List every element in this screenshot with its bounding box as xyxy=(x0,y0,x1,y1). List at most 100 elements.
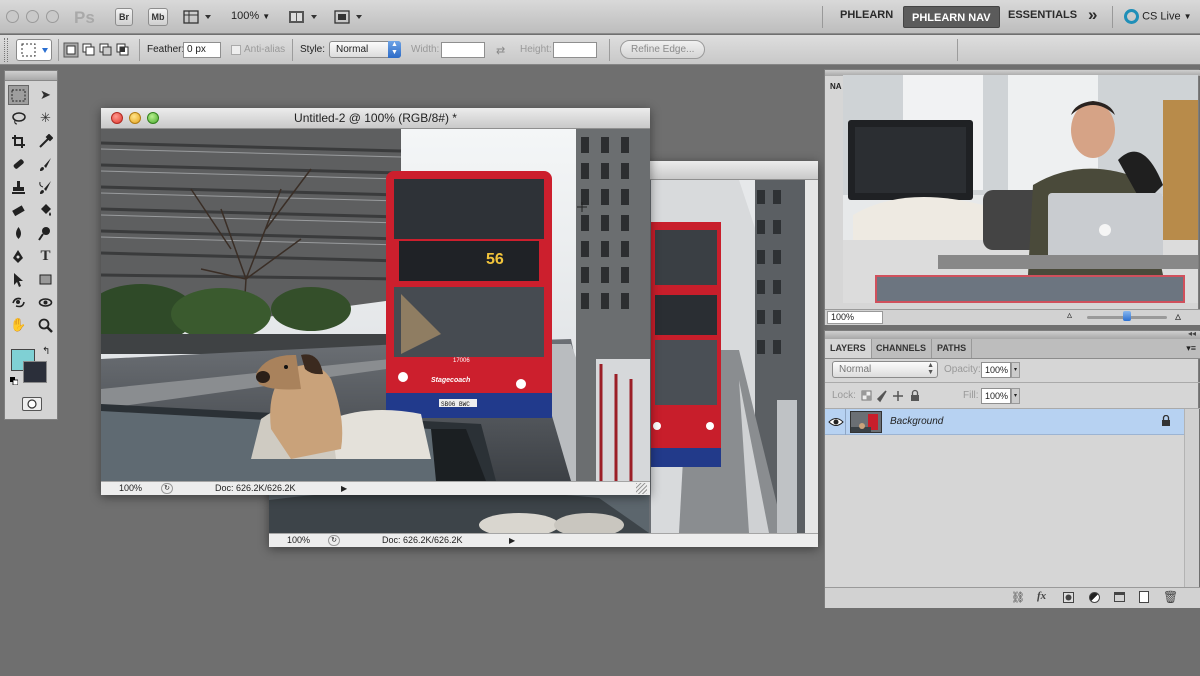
lasso-tool-icon[interactable] xyxy=(8,108,29,128)
tool-preset-picker[interactable] xyxy=(16,39,52,61)
more-workspaces-icon[interactable]: » xyxy=(1088,5,1097,25)
default-colors-icon[interactable] xyxy=(10,376,19,386)
document-titlebar[interactable]: Untitled-2 @ 100% (RGB/8#) * xyxy=(101,108,650,129)
panel-header-bar[interactable]: ◂◂ xyxy=(825,329,1200,339)
3d-rotate-tool-icon[interactable] xyxy=(8,292,29,312)
rectangle-shape-tool-icon[interactable] xyxy=(35,269,56,289)
navigator-preview[interactable] xyxy=(843,75,1198,303)
zoom-tool-icon[interactable] xyxy=(35,315,56,335)
new-selection-icon[interactable] xyxy=(63,42,79,58)
crop-tool-icon[interactable] xyxy=(8,131,29,151)
subtract-from-selection-icon[interactable] xyxy=(99,43,112,56)
navigator-zoom-slider-thumb[interactable] xyxy=(1123,311,1131,321)
anti-alias-checkbox[interactable] xyxy=(231,45,241,55)
screen-mode-menu[interactable] xyxy=(333,9,365,25)
workspace-essentials[interactable]: ESSENTIALS xyxy=(1008,9,1077,21)
status-menu-arrow-icon[interactable]: ▶ xyxy=(341,482,347,495)
layer-name[interactable]: Background xyxy=(890,416,943,427)
path-selection-tool-icon[interactable] xyxy=(8,269,29,289)
zoom-document-button[interactable] xyxy=(147,112,159,124)
background-color-swatch[interactable] xyxy=(23,361,47,383)
launch-bridge-button[interactable]: Br xyxy=(115,8,133,26)
add-to-selection-icon[interactable] xyxy=(82,43,95,56)
tab-channels[interactable]: CHANNELS xyxy=(871,339,933,358)
cs-live-status-icon[interactable]: ↻ xyxy=(328,535,340,546)
magic-wand-tool-icon[interactable]: ✳ xyxy=(35,108,56,128)
document-zoom-field[interactable]: 100% xyxy=(119,482,142,495)
quick-mask-icon[interactable] xyxy=(22,397,42,411)
style-select[interactable]: Normal ▲ ▼ xyxy=(329,41,401,58)
opacity-input[interactable]: 100% xyxy=(981,362,1011,378)
height-input[interactable] xyxy=(553,42,597,58)
document-zoom-field[interactable]: 100% xyxy=(287,534,310,547)
document-canvas-front[interactable]: 56 17006 Stagecoach SB06 BWC xyxy=(101,129,650,481)
dodge-tool-icon[interactable] xyxy=(35,223,56,243)
cs-live-menu[interactable]: CS Live ▼ xyxy=(1124,9,1192,24)
type-tool-icon[interactable]: T xyxy=(35,246,56,266)
zoom-out-icon[interactable]: ▵ xyxy=(1067,310,1072,321)
close-document-button[interactable] xyxy=(111,112,123,124)
fill-input[interactable]: 100% xyxy=(981,388,1011,404)
zoom-window-button[interactable] xyxy=(46,10,59,23)
intersect-selection-icon[interactable] xyxy=(116,43,129,56)
blend-mode-select[interactable]: Normal ▲ ▼ xyxy=(832,361,938,378)
navigator-tab[interactable]: NA xyxy=(830,82,842,91)
feather-input[interactable]: 0 px xyxy=(183,42,221,58)
lock-image-pixels-icon[interactable] xyxy=(876,390,887,403)
close-window-button[interactable] xyxy=(6,10,19,23)
workspace-phlearn[interactable]: PHLEARN xyxy=(840,9,893,21)
link-layers-icon[interactable]: ⛓ xyxy=(1011,591,1025,604)
navigator-zoom-input[interactable]: 100% xyxy=(827,311,883,324)
move-tool-icon[interactable]: ➤ xyxy=(35,85,56,105)
brush-tool-icon[interactable] xyxy=(35,154,56,174)
options-bar-grip[interactable] xyxy=(4,38,8,62)
resize-grip-icon[interactable] xyxy=(636,483,647,494)
clone-stamp-tool-icon[interactable] xyxy=(8,177,29,197)
arrange-documents-menu[interactable] xyxy=(288,9,320,25)
minimize-document-button[interactable] xyxy=(129,112,141,124)
fill-slider-toggle-icon[interactable]: ▾ xyxy=(1011,388,1020,404)
lock-transparent-pixels-icon[interactable] xyxy=(861,390,872,401)
lock-position-icon[interactable] xyxy=(893,391,903,401)
status-menu-arrow-icon[interactable]: ▶ xyxy=(509,534,515,547)
history-brush-tool-icon[interactable] xyxy=(35,177,56,197)
add-layer-mask-icon[interactable] xyxy=(1063,592,1074,603)
layer-visibility-eye-icon[interactable] xyxy=(828,414,844,430)
delete-layer-trash-icon[interactable]: 🗑 xyxy=(1163,590,1178,604)
tools-panel-header[interactable] xyxy=(5,71,57,81)
minimize-window-button[interactable] xyxy=(26,10,39,23)
eyedropper-tool-icon[interactable] xyxy=(35,131,56,151)
layer-style-fx-icon[interactable]: fx xyxy=(1037,590,1046,602)
document-window-front[interactable]: Untitled-2 @ 100% (RGB/8#) * 56 17006 St… xyxy=(101,108,650,495)
adjustment-layer-icon[interactable] xyxy=(1089,592,1100,603)
healing-brush-tool-icon[interactable] xyxy=(8,154,29,174)
collapse-panel-icon[interactable]: ◂◂ xyxy=(1188,329,1196,338)
launch-minibridge-button[interactable]: Mb xyxy=(148,8,168,26)
swap-colors-icon[interactable]: ↰ xyxy=(42,346,50,357)
zoom-level-select[interactable]: 100% ▼ xyxy=(231,10,270,22)
tab-paths[interactable]: PATHS xyxy=(932,339,973,358)
eraser-tool-icon[interactable] xyxy=(8,200,29,220)
view-extras-menu[interactable] xyxy=(183,9,213,25)
new-group-folder-icon[interactable] xyxy=(1114,592,1125,602)
3d-orbit-tool-icon[interactable] xyxy=(35,292,56,312)
zoom-in-icon[interactable]: ▵ xyxy=(1175,309,1181,323)
pen-tool-icon[interactable] xyxy=(8,246,29,266)
layer-thumbnail[interactable] xyxy=(850,411,882,433)
blur-tool-icon[interactable] xyxy=(8,223,29,243)
tab-layers[interactable]: LAYERS xyxy=(825,339,872,358)
layer-row[interactable]: Background xyxy=(825,409,1184,435)
cs-live-status-icon[interactable]: ↻ xyxy=(161,483,173,494)
lock-all-icon[interactable] xyxy=(911,389,919,402)
layers-scrollbar[interactable] xyxy=(1184,409,1199,587)
rect-marquee-tool-icon[interactable] xyxy=(8,85,29,105)
new-layer-icon[interactable] xyxy=(1139,591,1149,603)
swap-dimensions-icon[interactable]: ⇄ xyxy=(496,44,505,57)
refine-edge-button[interactable]: Refine Edge... xyxy=(620,40,706,59)
panel-menu-icon[interactable]: ▾≡ xyxy=(1186,343,1196,354)
hand-tool-icon[interactable]: ✋ xyxy=(8,315,29,335)
width-input[interactable] xyxy=(441,42,485,58)
workspace-phlearn-nav[interactable]: PHLEARN NAV xyxy=(903,6,1000,28)
paint-bucket-tool-icon[interactable] xyxy=(35,200,56,220)
opacity-slider-toggle-icon[interactable]: ▾ xyxy=(1011,362,1020,378)
